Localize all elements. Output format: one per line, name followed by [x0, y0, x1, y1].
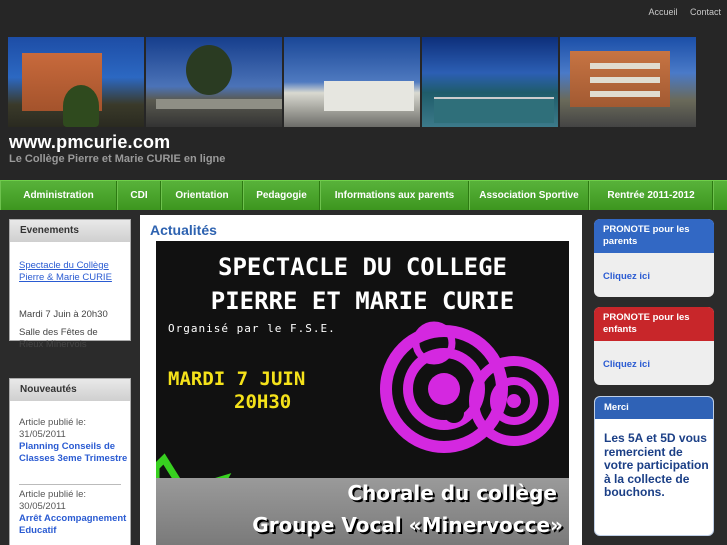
nav-overflow [713, 181, 727, 210]
evenements-spectacle-link[interactable]: Spectacle du Collège Pierre & Marie CURI… [19, 260, 124, 284]
nav-pedagogie[interactable]: Pedagogie [243, 181, 320, 210]
header-banner [8, 37, 696, 127]
banner-photo-sports-court [422, 37, 558, 127]
top-links: Accueil Contact [638, 7, 721, 17]
nav-association-sportive[interactable]: Association Sportive [469, 181, 589, 210]
nav-cdi[interactable]: CDI [117, 181, 161, 210]
merci-box: Merci Les 5A et 5D vous remercient de vo… [594, 396, 714, 536]
pronote-enfants-link[interactable]: Cliquez ici [603, 359, 650, 370]
nouveautes-title: Nouveautés [10, 379, 130, 401]
poster-time: 20H30 [234, 391, 292, 413]
banner-photo-gym [284, 37, 420, 127]
article-date: Article publié le: 30/05/2011 [19, 489, 87, 512]
poster-choir: Chorale du collège [347, 481, 557, 505]
nav-rentree[interactable]: Rentrée 2011-2012 [589, 181, 713, 210]
pronote-parents-box: PRONOTE pour les parents Cliquez ici [594, 219, 714, 297]
site-subtitle: Le Collège Pierre et Marie CURIE en lign… [9, 153, 226, 165]
contact-link[interactable]: Contact [690, 7, 721, 17]
poster-vocal-group: Groupe Vocal «Minervocce» [252, 513, 563, 537]
nav-informations-parents[interactable]: Informations aux parents [320, 181, 469, 210]
nav-administration[interactable]: Administration [0, 181, 117, 210]
article-link-accompagnement[interactable]: Arrêt Accompagnement Educatif [19, 513, 129, 537]
pronote-parents-title: PRONOTE pour les parents [594, 219, 714, 253]
merci-title: Merci [595, 397, 713, 419]
pronote-enfants-title: PRONOTE pour les enfants [594, 307, 714, 341]
home-link[interactable]: Accueil [648, 7, 677, 17]
article-date: Article publié le: 31/05/2011 [19, 417, 87, 440]
poster-date: MARDI 7 JUIN [168, 368, 306, 390]
evenements-date: Mardi 7 Juin à 20h30 [19, 309, 108, 320]
banner-photo-classrooms [560, 37, 696, 127]
banner-photo-school-building [8, 37, 144, 127]
site-title[interactable]: www.pmcurie.com [9, 132, 170, 153]
pronote-parents-link[interactable]: Cliquez ici [603, 271, 650, 282]
pronote-enfants-box: PRONOTE pour les enfants Cliquez ici [594, 307, 714, 385]
nav-orientation[interactable]: Orientation [161, 181, 243, 210]
page-title: Actualités [150, 222, 217, 238]
poster-magenta-circles [380, 321, 559, 453]
article-link-planning[interactable]: Planning Conseils de Classes 3eme Trimes… [19, 441, 129, 465]
spectacle-poster[interactable]: SPECTACLE DU COLLEGE PIERRE ET MARIE CUR… [156, 241, 569, 545]
site-header: Accueil Contact www.pmcurie.com Le Collè… [0, 0, 727, 180]
banner-photo-courtyard [146, 37, 282, 127]
main-nav: Administration CDI Orientation Pedagogie… [0, 180, 727, 210]
evenements-title: Evenements [10, 220, 130, 242]
merci-text: Les 5A et 5D vous remercient de votre pa… [604, 431, 709, 499]
evenements-place: Salle des Fêtes de Rieux Minervois [19, 327, 98, 350]
article-divider [19, 484, 121, 485]
